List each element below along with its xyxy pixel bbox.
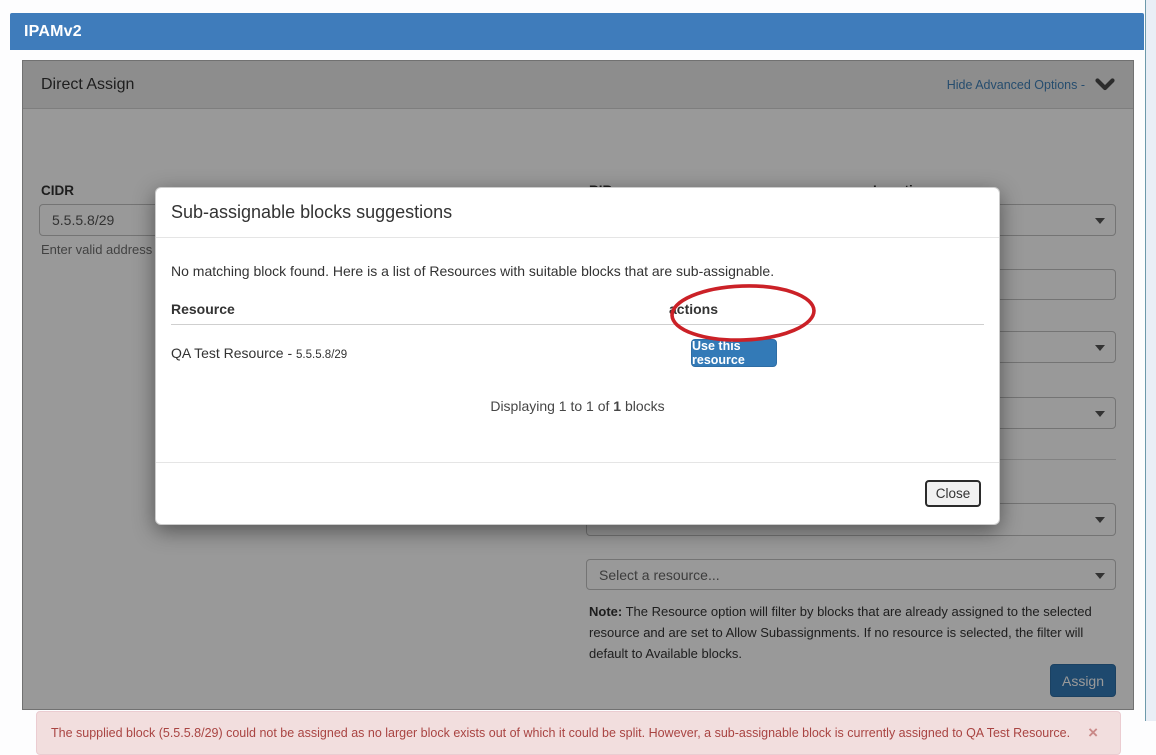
pagination-suffix: blocks [621,398,665,414]
suggestions-modal: Sub-assignable blocks suggestions No mat… [155,187,1000,525]
modal-body: No matching block found. Here is a list … [156,238,999,414]
modal-description: No matching block found. Here is a list … [171,263,984,279]
alert-close-icon[interactable]: × [1088,724,1098,741]
alert-message: The supplied block (5.5.5.8/29) could no… [51,726,1070,740]
table-row: QA Test Resource - 5.5.5.8/29 Use this r… [171,339,984,367]
modal-footer: Close [156,462,999,524]
resource-cell: QA Test Resource - 5.5.5.8/29 [171,345,669,361]
page: IPAMv2 Direct Assign Hide Advanced Optio… [0,0,1156,721]
window-edge-strip [1145,0,1156,721]
column-header-actions: actions [669,301,718,317]
error-alert: The supplied block (5.5.5.8/29) could no… [36,711,1121,755]
app-brand: IPAMv2 [10,23,82,41]
modal-title: Sub-assignable blocks suggestions [171,202,452,223]
table-header-row: Resource actions [171,301,984,325]
close-button[interactable]: Close [925,480,981,507]
modal-header: Sub-assignable blocks suggestions [156,188,999,238]
resource-cidr: 5.5.5.8/29 [296,349,347,361]
pagination-prefix: Displaying 1 to 1 of [490,398,613,414]
pagination-status: Displaying 1 to 1 of 1 blocks [171,398,984,414]
pagination-count: 1 [613,398,621,414]
navbar: IPAMv2 [10,13,1144,50]
column-header-resource: Resource [171,301,669,317]
resource-separator: - [284,345,296,361]
resource-name: QA Test Resource [171,345,284,361]
use-this-resource-button[interactable]: Use this resource [691,339,777,367]
